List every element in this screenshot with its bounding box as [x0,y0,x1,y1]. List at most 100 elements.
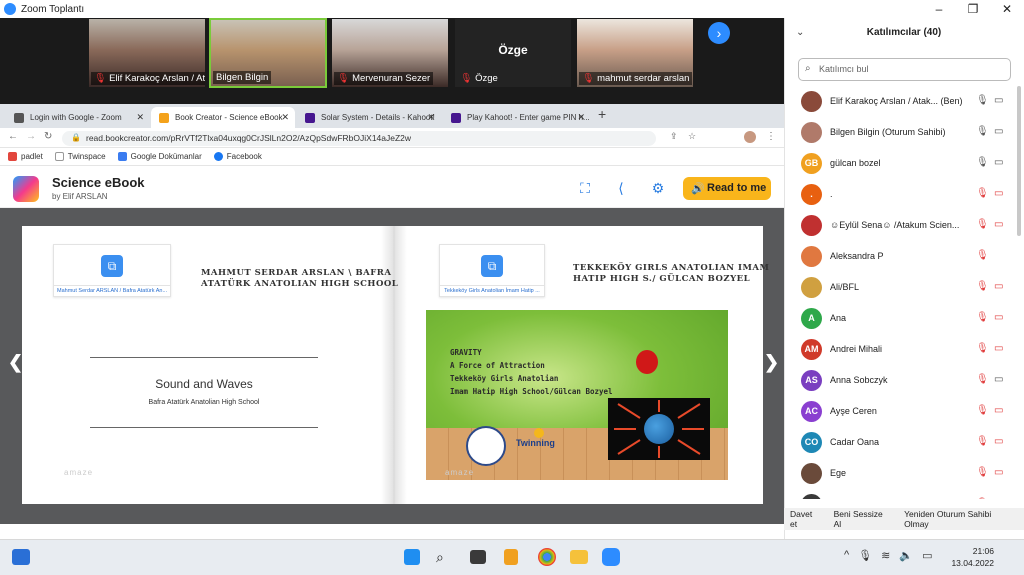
participant-row[interactable]: Ekin🎙▭ [784,489,1016,499]
zoom-app-icon[interactable] [602,548,620,566]
video-tile[interactable]: 🎙 mahmut serdar arslan [576,18,694,88]
mic-icon[interactable]: 🎙 [976,126,989,137]
participant-row[interactable]: .. 🎙 ▭ [784,179,1016,210]
close-tab-icon[interactable]: ✕ [427,112,435,123]
task-view-icon[interactable] [470,550,486,564]
close-tab-icon[interactable]: ✕ [577,112,585,123]
camera-off-icon[interactable]: ▭ [994,467,1003,478]
close-tab-icon[interactable]: ✕ [136,112,144,123]
back-icon[interactable]: ← [8,131,18,142]
link-card[interactable]: ⧉ Tekkeköy Girls Anatolian İmam Hatip ..… [439,244,545,297]
participant-row[interactable]: A Ana 🎙 ▭ [784,303,1016,334]
tab-label: Login with Google - Zoom [30,113,122,122]
video-tile[interactable]: Özge 🎙 Özge [454,18,572,88]
app-icon[interactable] [504,549,518,565]
file-explorer-icon[interactable] [570,550,588,564]
read-to-me-button[interactable]: 🔊 Read to me [683,177,771,200]
camera-off-icon[interactable]: ▭ [994,312,1003,323]
camera-off-icon[interactable]: ▭ [994,188,1003,199]
camera-icon[interactable]: ▭ [994,126,1003,137]
participant-row[interactable]: AM Andrei Mihali 🎙 ▭ [784,334,1016,365]
menu-icon[interactable]: ⋮ [766,131,776,142]
camera-off-icon[interactable]: ▭ [994,498,1003,499]
reclaim-host-button[interactable]: Yeniden Oturum Sahibi Olmay [904,509,1018,529]
mic-muted-icon[interactable]: 🎙 [976,498,989,499]
microphone-icon[interactable]: 🎙 [858,549,872,562]
participant-row[interactable]: ☺Eylül Sena☺ /Atakum Scien... 🎙 ▭ [784,210,1016,241]
url-field[interactable]: 🔒 read.bookcreator.com/pRrVTf2Tlxa04uxqg… [62,131,656,146]
participant-search-input[interactable]: ⌕ Katılımcı bul [798,58,1011,81]
participant-row[interactable]: Ali/BFL 🎙 ▭ [784,272,1016,303]
mic-muted-icon[interactable]: 🎙 [976,219,989,230]
forward-icon[interactable]: → [26,131,36,142]
camera-icon[interactable]: ▭ [994,157,1003,168]
wifi-icon[interactable]: ≋ [881,549,890,562]
next-videos-button[interactable]: › [708,22,730,44]
mic-icon[interactable]: 🎙 [976,157,989,168]
participant-row[interactable]: Bilgen Bilgin (Oturum Sahibi) 🎙 ▭ [784,117,1016,148]
participant-row[interactable]: Aleksandra P 🎙 [784,241,1016,272]
video-tile-active[interactable]: Bilgen Bilgin [209,18,327,88]
video-tile[interactable]: 🎙 Mervenuran Sezer [331,18,449,88]
next-page-arrow[interactable]: ❯ [764,352,779,373]
participant-row[interactable]: CO Cadar Oana 🎙 ▭ [784,427,1016,458]
previous-page-arrow[interactable]: ❮ [8,352,23,373]
tab-kahoot-play[interactable]: Play Kahoot! - Enter game PIN h... ✕ [443,107,591,128]
share-icon[interactable]: ⟨ [613,180,629,196]
star-icon[interactable]: ☆ [688,131,696,142]
volume-icon[interactable]: 🔈 [899,549,913,562]
invite-button[interactable]: Davet et [790,509,822,529]
mic-muted-icon[interactable]: 🎙 [976,436,989,447]
camera-off-icon[interactable]: ▭ [994,405,1003,416]
share-icon[interactable]: ⇪ [670,131,678,142]
maximize-button[interactable]: ❐ [956,0,990,18]
camera-off-icon[interactable]: ▭ [994,343,1003,354]
clock[interactable]: 21:06 13.04.2022 [944,545,994,569]
search-icon[interactable]: ⌕ [436,549,454,569]
mic-muted-icon[interactable]: 🎙 [976,467,989,478]
tab-book-creator[interactable]: Book Creator - Science eBook ✕ [151,107,295,128]
settings-gear-icon[interactable]: ⚙ [650,180,666,196]
mic-muted-icon[interactable]: 🎙 [976,343,989,354]
tab-kahoot-solar[interactable]: Solar System - Details - Kahoot! ✕ [297,107,441,128]
new-tab-button[interactable]: + [598,106,606,122]
minimize-button[interactable]: – [922,0,956,18]
mic-muted-icon[interactable]: 🎙 [976,188,989,199]
bookmark-padlet[interactable]: padlet [8,152,43,161]
mic-muted-icon[interactable]: 🎙 [976,312,989,323]
bookmark-twinspace[interactable]: Twinspace [54,152,106,161]
participant-row[interactable]: Elif Karakoç Arslan / Atak... (Ben) 🎙 ▭ [784,86,1016,117]
camera-off-icon[interactable]: ▭ [994,281,1003,292]
camera-icon[interactable]: ▭ [994,374,1003,385]
mute-me-button[interactable]: Beni Sessize Al [834,509,893,529]
mic-muted-icon[interactable]: 🎙 [976,405,989,416]
bookmark-google-docs[interactable]: Google Dokümanlar [117,152,202,161]
mic-muted-icon[interactable]: 🎙 [976,250,989,261]
camera-icon[interactable]: ▭ [994,95,1003,106]
close-button[interactable]: ✕ [990,0,1024,18]
start-windows-icon[interactable] [404,549,420,565]
widgets-icon[interactable] [12,549,30,565]
chevron-up-icon[interactable]: ^ [844,549,849,562]
tab-zoom-login[interactable]: Login with Google - Zoom ✕ [6,107,150,128]
participant-row[interactable]: Ege 🎙 ▭ [784,458,1016,489]
close-tab-icon[interactable]: ✕ [281,112,289,123]
link-card[interactable]: ⧉ Mahmut Serdar ARSLAN / Bafra Atatürk A… [53,244,171,297]
camera-off-icon[interactable]: ▭ [994,219,1003,230]
chrome-icon[interactable] [538,548,556,566]
video-tile[interactable]: 🎙Elif Karakoç Arslan / Ata... [88,18,206,88]
camera-off-icon[interactable]: ▭ [994,436,1003,447]
profile-avatar[interactable] [744,131,756,143]
reload-icon[interactable]: ↻ [44,131,52,142]
participant-row[interactable]: AC Ayşe Ceren 🎙 ▭ [784,396,1016,427]
participant-row[interactable]: AS Anna Sobczyk 🎙 ▭ [784,365,1016,396]
book-creator-logo[interactable] [13,176,39,202]
scrollbar[interactable] [1017,86,1021,236]
participant-row[interactable]: GB gülcan bozel 🎙 ▭ [784,148,1016,179]
bookmark-facebook[interactable]: Facebook [213,152,262,161]
mic-muted-icon[interactable]: 🎙 [976,374,989,385]
battery-icon[interactable]: ▭ [922,549,932,562]
mic-muted-icon[interactable]: 🎙 [976,281,989,292]
fullscreen-icon[interactable]: ⛶ [577,180,593,196]
mic-icon[interactable]: 🎙 [976,95,989,106]
